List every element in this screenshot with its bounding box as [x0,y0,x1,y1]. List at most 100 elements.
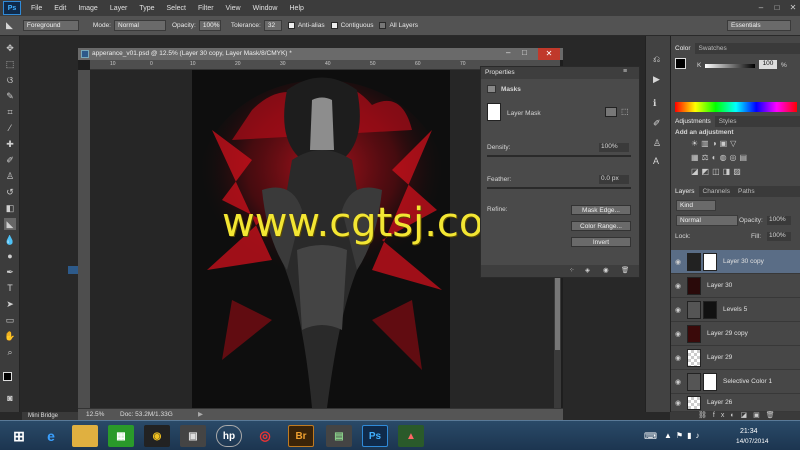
layer-filter-select[interactable]: Kind [676,200,716,211]
tray-icons[interactable]: ▲⚑▮♪ [664,431,704,440]
move-tool-icon[interactable]: ✥ [4,42,16,54]
menu-view[interactable]: View [220,5,247,12]
adjustment-icons-row-2[interactable]: ▦⚖◐◍◎▤ [691,153,791,162]
foreground-color-swatch[interactable] [3,372,12,381]
store-icon[interactable]: ▦ [108,425,134,447]
close-icon[interactable]: ✕ [786,2,800,13]
contiguous-checkbox[interactable] [330,22,338,29]
menu-edit[interactable]: Edit [48,5,72,12]
character-icon[interactable]: A [653,156,659,166]
doc-minimize-icon[interactable]: – [506,48,510,57]
fill-source-select[interactable]: Foreground [22,20,79,31]
collapsed-doc-tab[interactable] [68,266,78,274]
mask-thumbnail[interactable] [703,372,717,391]
hand-tool-icon[interactable]: ✋ [4,330,16,342]
mask-thumbnail[interactable] [703,252,717,271]
feather-input[interactable]: 0.0 px [599,175,629,184]
chrome-icon[interactable]: ◎ [252,425,278,447]
density-slider[interactable] [487,155,631,157]
mini-bridge-tab[interactable]: Mini Bridge [22,412,80,420]
opacity-input[interactable]: 100% [198,20,221,31]
feather-slider[interactable] [487,187,631,189]
document-title[interactable]: apperance_v01.psd @ 12.5% (Layer 30 copy… [78,48,563,60]
folder-app-icon[interactable]: ▤ [326,425,352,447]
layers-footer-icons[interactable]: ⛓fx◐◪▣🗑 [670,412,800,420]
density-input[interactable]: 100% [599,143,629,152]
paint-bucket-tool-icon[interactable]: ◣ [4,218,16,230]
doc-close-icon[interactable]: ✕ [538,48,560,60]
k-slider[interactable] [705,64,755,68]
color-range-button[interactable]: Color Range... [571,221,631,231]
visibility-eye-icon[interactable]: ◉ [671,306,685,314]
visibility-eye-icon[interactable]: ◉ [671,258,685,266]
layer-row[interactable]: ◉ Levels 5 [671,298,800,322]
healing-brush-icon[interactable]: ✚ [4,138,16,150]
maximize-icon[interactable]: □ [770,2,784,13]
path-select-icon[interactable]: ➤ [4,298,16,310]
menu-type[interactable]: Type [133,5,160,12]
vector-mask-icon[interactable]: ⬚ [621,107,629,116]
rectangle-tool-icon[interactable]: ▭ [4,314,16,326]
hp-icon[interactable]: hp [216,425,242,447]
layer-row[interactable]: ◉ Layer 29 [671,346,800,370]
internet-explorer-icon[interactable]: e [38,425,64,447]
dodge-tool-icon[interactable]: ● [4,250,16,262]
workspace-select[interactable]: Essentials [727,20,791,31]
remote-app-icon[interactable]: ▣ [180,425,206,447]
mask-edge-button[interactable]: Mask Edge... [571,205,631,215]
menu-help[interactable]: Help [284,5,310,12]
k-value[interactable]: 100 [759,60,777,69]
layer-row[interactable]: ◉ Layer 26 [671,394,800,412]
capture-app-icon[interactable]: ▲ [398,425,424,447]
lasso-tool-icon[interactable]: ଓ [4,74,16,86]
photoshop-app-icon[interactable]: Ps [362,425,388,447]
antialias-checkbox[interactable] [287,22,295,29]
blend-mode-select[interactable]: Normal [676,215,738,226]
keyboard-icon[interactable]: ⌨ [644,431,657,442]
visibility-eye-icon[interactable]: ◉ [671,378,685,386]
mode-select[interactable]: Normal [114,20,166,31]
panel-menu-icon[interactable]: ≡ [623,68,627,75]
pixel-mask-icon[interactable] [605,107,617,117]
tab-adjustments[interactable]: Adjustments [671,116,715,127]
color-foreground-swatch[interactable] [675,58,686,69]
doc-maximize-icon[interactable]: □ [522,48,527,57]
menu-select[interactable]: Select [161,5,192,12]
load-selection-icon[interactable]: ⁘ [569,266,574,274]
layer-row[interactable]: ◉ Layer 30 copy [671,250,800,274]
menu-layer[interactable]: Layer [104,5,134,12]
info-icon[interactable]: ℹ [653,98,656,109]
media-app-icon[interactable]: ◉ [144,425,170,447]
disable-mask-icon[interactable]: ◉ [603,266,609,274]
delete-mask-icon[interactable]: 🗑 [621,266,629,274]
apply-mask-icon[interactable]: ◈ [585,266,590,274]
clone-stamp-icon[interactable]: ♙ [4,170,16,182]
mask-thumbnail[interactable] [703,300,717,319]
zoom-level[interactable]: 12.5% [86,409,104,420]
eraser-icon[interactable]: ◧ [4,202,16,214]
minimize-icon[interactable]: – [754,2,768,13]
layer-row[interactable]: ◉ Layer 29 copy [671,322,800,346]
all-layers-checkbox[interactable] [379,22,387,29]
tab-paths[interactable]: Paths [734,186,759,197]
visibility-eye-icon[interactable]: ◉ [671,330,685,338]
eyedropper-icon[interactable]: ⁄ [4,122,16,134]
blur-tool-icon[interactable]: 💧 [4,234,16,246]
adjustment-icons-row-3[interactable]: ◪◩◫◨▨ [691,167,791,176]
visibility-eye-icon[interactable]: ◉ [671,354,685,362]
color-ramp[interactable] [675,102,797,112]
tolerance-input[interactable]: 32 [263,20,282,31]
menu-image[interactable]: Image [72,5,103,12]
tab-channels[interactable]: Channels [699,186,734,197]
layer-row[interactable]: ◉ Layer 30 [671,274,800,298]
bridge-app-icon[interactable]: Br [288,425,314,447]
clone-source-icon[interactable]: ♙ [653,138,661,149]
visibility-eye-icon[interactable]: ◉ [671,399,685,407]
layers-opacity-input[interactable]: 100% [767,216,791,225]
pen-tool-icon[interactable]: ✒ [4,266,16,278]
layer-mask-thumbnail[interactable] [487,103,501,121]
marquee-tool-icon[interactable]: ⬚ [4,58,16,70]
history-icon[interactable]: ⎌ [653,54,660,65]
crop-tool-icon[interactable]: ⌗ [4,106,16,118]
paint-bucket-icon[interactable]: ◣ [6,20,13,31]
